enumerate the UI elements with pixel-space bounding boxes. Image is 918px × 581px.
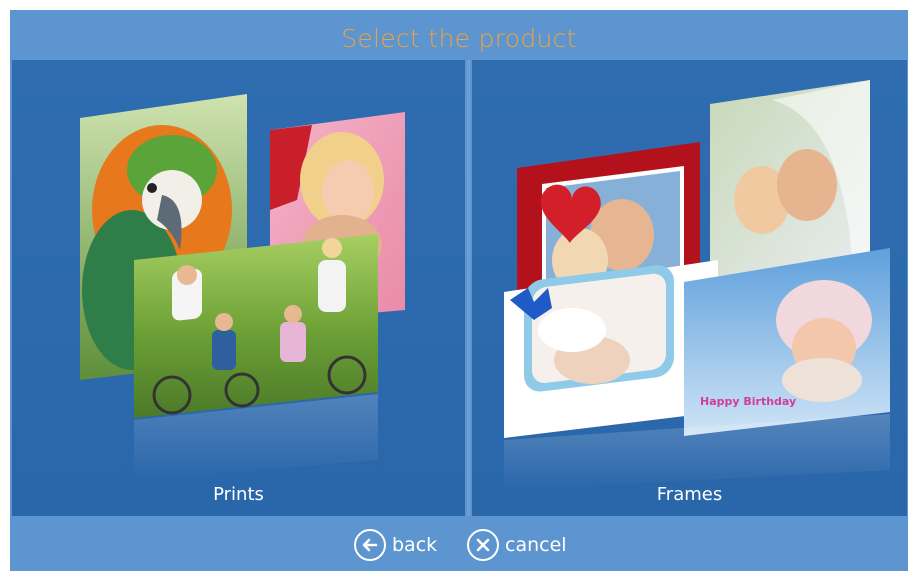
- x-circle-icon: [467, 529, 499, 561]
- arrow-left-circle-icon: [354, 529, 386, 561]
- footer-bar: back cancel: [10, 516, 908, 571]
- cancel-label: cancel: [505, 534, 567, 556]
- back-label: back: [392, 534, 438, 556]
- page-title: Select the product: [341, 24, 577, 53]
- frames-collage-icon: Happy Birthday: [504, 80, 890, 490]
- happy-birthday-decoration: Happy Birthday: [700, 395, 796, 408]
- prints-collage-icon: [80, 94, 405, 480]
- panel-divider: [467, 60, 470, 516]
- frames-label: Frames: [656, 484, 723, 505]
- frames-product-tile[interactable]: Happy Birthday Frames: [472, 60, 907, 516]
- back-button[interactable]: back: [354, 528, 437, 562]
- cancel-button[interactable]: cancel: [467, 528, 567, 562]
- prints-product-tile[interactable]: Prints: [12, 60, 465, 516]
- product-selection-screen: Select the product Prints Happy Birthday…: [10, 10, 908, 571]
- prints-label: Prints: [213, 484, 264, 505]
